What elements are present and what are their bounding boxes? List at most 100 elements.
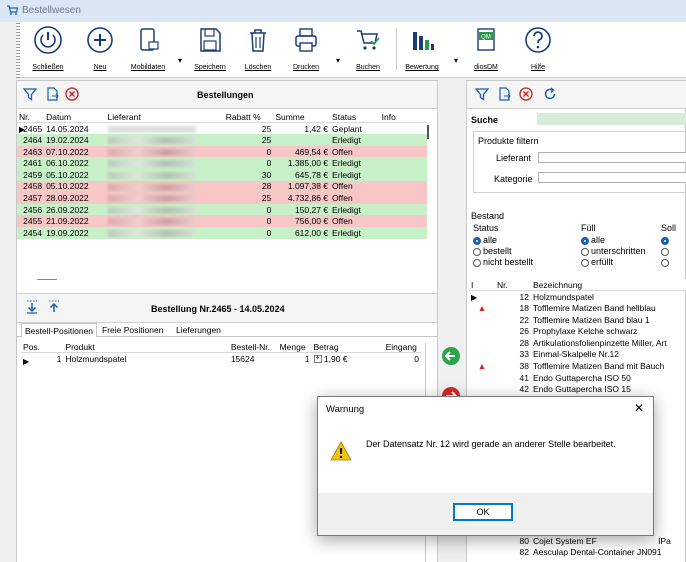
delete-button[interactable]: Löschen [238,24,278,72]
col-product-nr[interactable]: Nr. [495,279,531,292]
order-row[interactable]: 2456 26.09.2022 0 150,27 € Erledigt [17,203,427,216]
products-table-bottom: 80 Cojet System EF IPa 82 Aesculap Dental-C… [469,535,686,558]
product-row[interactable]: ▲ 18 Tofflemire Matizen Band hellblau [469,302,686,314]
search-input[interactable] [537,113,686,125]
orders-footer-line [37,279,57,280]
orders-title: Bestellungen [197,90,254,100]
ok-button[interactable]: OK [453,503,513,521]
orders-header-row: Nr. Datum Lieferant Rabatt % Summe Statu… [17,111,427,124]
warning-dialog: Warnung ✕ Der Datensatz Nr. 12 wird gera… [317,396,654,536]
rating-button[interactable]: Bewertung [402,24,442,72]
order-row[interactable]: 2463 07.10.2022 0 469,54 € Offen [17,145,427,158]
col-indicator[interactable]: I [469,279,495,292]
diosdm-button[interactable]: QM diosDM [466,24,506,72]
export-icon[interactable] [497,87,511,103]
soll-option[interactable] [661,235,671,245]
status-option-all[interactable]: alle [473,235,497,245]
clear-filter-icon[interactable] [65,87,79,103]
cart-icon [6,4,19,18]
filter-icon[interactable] [22,87,38,103]
tab-deliveries[interactable]: Lieferungen [173,323,224,337]
order-row[interactable]: 2457 28.09.2022 25 4.732,86 € Offen [17,192,427,204]
order-row[interactable]: 2464 19.02.2024 25 Erledigt [17,134,427,146]
col-supplier[interactable]: Lieferant [105,111,224,124]
col-order-nr[interactable]: Bestell-Nr. [228,341,278,354]
radio-icon [581,247,589,256]
products-table: I Nr. Bezeichnung 12 Holzmundspatel ▲ 18 To… [469,279,686,395]
book-button[interactable]: Buchen [348,24,388,72]
order-row[interactable]: 2461 06.10.2022 0 1.385,00 € Erledigt [17,157,427,169]
filter-group: Produkte filtern Lieferant Kategorie [473,131,686,193]
toolbar-grip[interactable] [16,22,20,78]
collapse-up-icon[interactable] [47,300,61,316]
product-row[interactable]: 33 Einmal-Skalpelle Nr.12 [469,349,686,361]
title-bar: Bestellwesen [0,0,686,22]
col-qty[interactable]: Menge [277,341,312,354]
col-nr[interactable]: Nr. [17,111,45,124]
add-to-order-button[interactable] [441,346,461,368]
refresh-icon[interactable] [543,87,557,103]
soll-option[interactable] [661,246,671,256]
col-receipt[interactable]: Eingang [383,341,421,354]
filter-icon[interactable] [474,87,490,103]
col-description[interactable]: Bezeichnung [531,279,686,292]
save-button[interactable]: Speichern [190,24,230,72]
trash-icon [250,29,266,52]
product-row[interactable]: 82 Aesculap Dental-Container JN091 [469,547,686,559]
soll-group: Soll [659,221,686,271]
qm-document-icon: QM [477,28,495,51]
product-row[interactable]: 42 Endo Guttapercha ISO 15 [469,383,686,395]
print-button[interactable]: Drucken [286,24,326,72]
status-option-not-ordered[interactable]: nicht bestellt [473,257,533,267]
order-row[interactable]: 2458 05.10.2022 28 1.097,38 € Offen [17,180,427,193]
col-discount[interactable]: Rabatt % [223,111,274,124]
new-button[interactable]: Neu [80,24,120,72]
col-pos[interactable]: Pos. [21,341,64,354]
dialog-close-button[interactable]: ✕ [634,401,644,415]
expand-down-icon[interactable] [25,300,39,316]
col-date[interactable]: Datum [44,111,106,124]
status-group: Status alle bestellt nicht bestellt [471,221,571,271]
product-row[interactable]: 12 Holzmundspatel [469,291,686,303]
product-row[interactable]: 28 Artikulationsfolienpinzette Miller, Ar… [469,337,686,349]
order-row[interactable]: 2465 14.05.2024 25 1,42 € Geplant [17,123,427,135]
position-row[interactable]: 1 Holzmundspatel 15624 1 + 1,90 € 0 [21,353,421,365]
close-button[interactable]: Schließen [28,24,68,72]
clear-filter-icon[interactable] [519,87,533,103]
col-sum[interactable]: Summe [273,111,331,124]
orders-scrollbar[interactable] [427,125,429,139]
product-row[interactable]: ▲ 38 Tofflemire Matizen Band mit Bauch [469,360,686,372]
col-info[interactable]: Info [379,111,427,124]
tab-free-positions[interactable]: Freie Positionen [99,323,166,337]
print-dropdown-arrow[interactable]: ▾ [336,56,340,65]
fill-option-met[interactable]: erfüllt [581,257,613,267]
col-product[interactable]: Produkt [63,341,229,354]
orders-header: Bestellungen [17,81,437,109]
printer-icon [295,28,317,52]
tab-order-positions[interactable]: Bestell-Positionen [21,323,98,337]
product-row[interactable]: 26 Prophylaxe Kelche schwarz [469,325,686,337]
supplier-select[interactable] [538,152,686,163]
order-row[interactable]: 2459 05.10.2022 30 645,78 € Erledigt [17,168,427,181]
mobile-dropdown-arrow[interactable]: ▾ [178,56,182,65]
export-icon[interactable] [45,87,59,103]
order-row[interactable]: 2455 21.09.2022 0 756,00 € Offen [17,215,427,227]
help-button[interactable]: Hilfe [518,24,558,72]
category-select[interactable] [538,172,686,183]
fill-option-below[interactable]: unterschritten [581,246,646,256]
soll-option[interactable] [661,257,671,267]
product-row[interactable]: 41 Endo Guttapercha ISO 50 [469,372,686,384]
col-amount[interactable]: Betrag [311,341,384,354]
status-option-ordered[interactable]: bestellt [473,246,512,256]
mobile-data-button[interactable]: Mobildaten [128,24,168,72]
col-status[interactable]: Status [330,111,380,124]
product-row[interactable]: 80 Cojet System EF IPa [469,535,686,547]
fill-option-all[interactable]: alle [581,235,605,245]
order-row[interactable]: 2454 19.09.2022 0 612,00 € Erledigt [17,226,427,239]
expand-plus-icon[interactable]: + [313,355,322,364]
product-row[interactable]: 22 Tofflemire Matizen Band blau 1 [469,314,686,326]
rating-dropdown-arrow[interactable]: ▾ [454,56,458,65]
dialog-footer: OK [318,493,653,535]
positions-header-row: Pos. Produkt Bestell-Nr. Menge Betrag Ei… [21,341,421,354]
power-icon [34,26,62,54]
